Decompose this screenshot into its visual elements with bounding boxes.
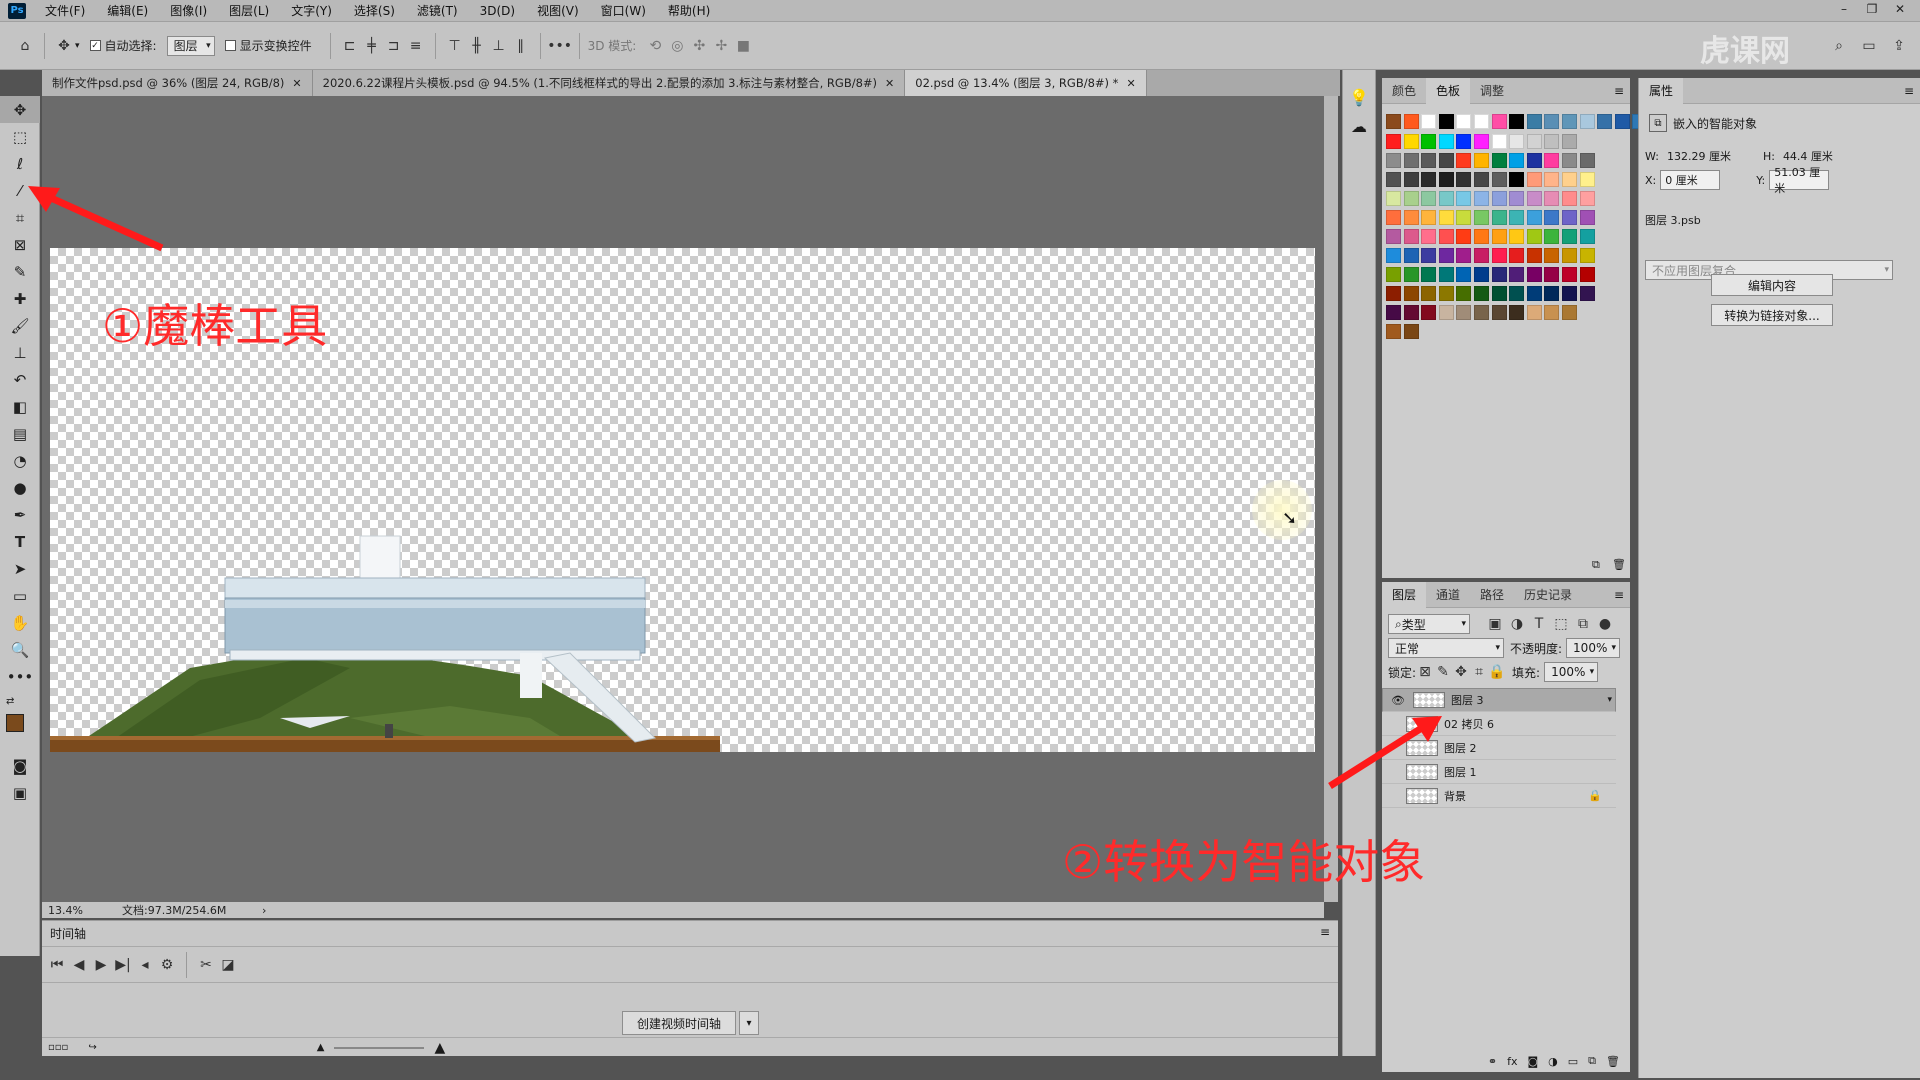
annotation-magic-wand: ①魔棒工具 bbox=[102, 299, 328, 353]
annotation-smart-object: ②转换为智能对象 bbox=[1062, 835, 1426, 889]
photoshop-window: Ps 文件(F) 编辑(E) 图像(I) 图层(L) 文字(Y) 选择(S) 滤… bbox=[0, 0, 1920, 1080]
annotation-overlay bbox=[28, 186, 1442, 789]
arrow-magic-wand bbox=[38, 189, 164, 252]
arrow-layer-3 bbox=[1328, 721, 1430, 789]
